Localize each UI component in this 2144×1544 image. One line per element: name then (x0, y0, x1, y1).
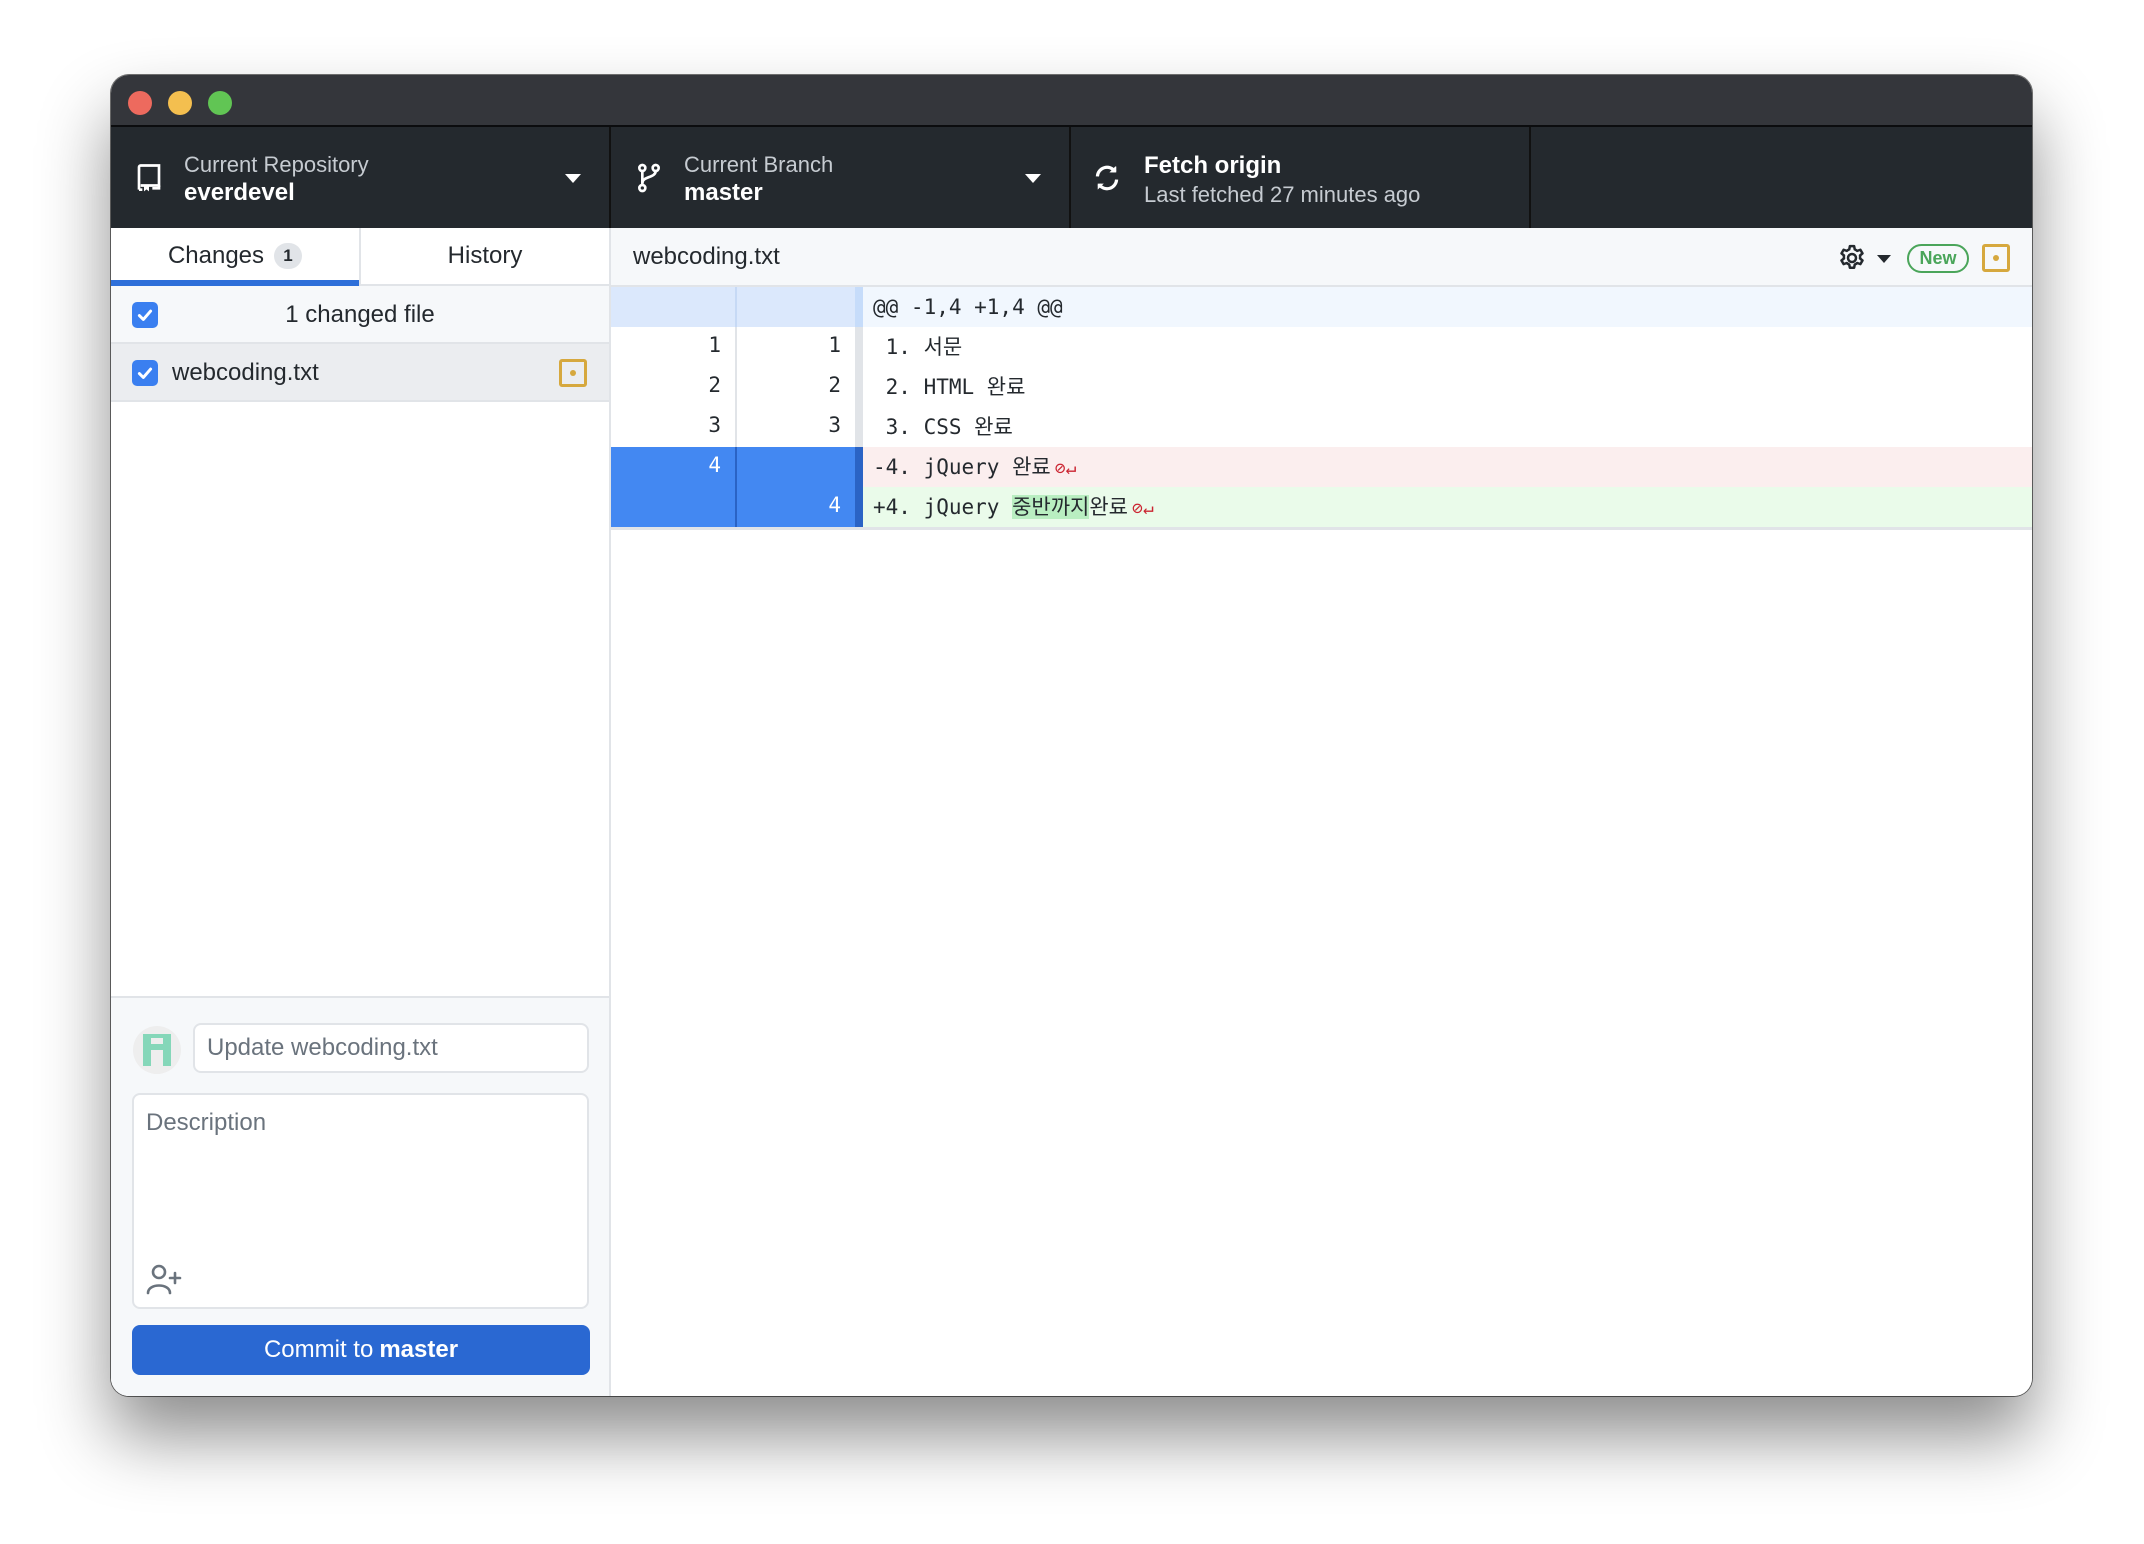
tab-changes[interactable]: Changes 1 (111, 228, 359, 286)
new-line-number: 3 (828, 413, 841, 437)
old-line-number: 3 (611, 407, 737, 447)
no-newline-icon: ⊘↵ (1054, 458, 1077, 479)
added-line[interactable]: 4 +4. jQuery 중반까지완료 ⊘↵ (611, 487, 2032, 530)
git-branch-icon (638, 163, 660, 193)
commit-button-prefix: Commit to (263, 1336, 374, 1363)
changed-file-item[interactable]: webcoding.txt (111, 344, 609, 402)
branch-caption: Current Branch (684, 152, 834, 177)
changes-list-header: 1 changed file (111, 286, 609, 344)
hunk-header-row: @@ -1,4 +1,4 @@ (611, 287, 2032, 327)
title-bar (111, 75, 2032, 127)
deleted-line[interactable]: 4 -4. jQuery 완료 ⊘↵ (611, 447, 2032, 487)
zoom-window-button[interactable] (208, 91, 232, 115)
fetch-origin-button[interactable]: Fetch origin Last fetched 27 minutes ago (1071, 127, 1531, 228)
old-line-number[interactable]: 4 (611, 447, 737, 487)
line-content: +4. jQuery 중반까지완료 ⊘↵ (863, 487, 2032, 527)
repository-caption: Current Repository (184, 152, 369, 177)
changed-files-count: 1 changed file (285, 301, 435, 328)
added-text-prefix: +4. jQuery (873, 495, 1013, 519)
select-all-checkbox[interactable] (132, 302, 158, 328)
new-file-badge: New (1907, 244, 1969, 273)
tab-changes-label: Changes (167, 242, 265, 269)
line-content: 3. CSS 완료 (873, 415, 1013, 439)
file-modified-icon (559, 359, 587, 387)
chevron-down-icon (565, 174, 581, 183)
sync-icon (1095, 165, 1119, 191)
diff-line: 3 3 3. CSS 완료 (611, 407, 2032, 447)
file-name: webcoding.txt (172, 359, 319, 386)
line-content: -4. jQuery 완료 ⊘↵ (863, 447, 2032, 487)
new-line-number[interactable]: 4 (737, 487, 855, 527)
chevron-down-icon[interactable] (1877, 255, 1891, 263)
line-content: 1. 서문 (873, 335, 963, 359)
new-line-number: 1 (828, 333, 841, 357)
file-modified-icon (1982, 244, 2010, 272)
branch-name: master (684, 179, 763, 206)
checkmark-icon (137, 309, 153, 321)
commit-button-branch: master (379, 1336, 459, 1363)
diff-header: webcoding.txt New (611, 228, 2032, 287)
old-line-number: 2 (611, 367, 737, 407)
app-window: Current Repository everdevel Current Bra… (111, 75, 2032, 1396)
fetch-title: Fetch origin (1144, 152, 1282, 179)
old-line-number (611, 287, 737, 327)
new-line-number: 2 (828, 373, 841, 397)
diff-line: 1 1 1. 서문 (611, 327, 2032, 367)
diff-view: webcoding.txt New @@ -1,4 +1,4 @@ 1 1 1.… (611, 228, 2032, 1396)
avatar (133, 1026, 181, 1074)
commit-summary-input[interactable] (193, 1023, 589, 1073)
add-coauthor-icon[interactable] (144, 1261, 184, 1297)
minimize-window-button[interactable] (168, 91, 192, 115)
diff-line: 2 2 2. HTML 완료 (611, 367, 2032, 407)
close-window-button[interactable] (128, 91, 152, 115)
changes-count-badge: 1 (274, 243, 303, 269)
new-line-number (737, 287, 855, 327)
repository-name: everdevel (184, 179, 295, 206)
commit-message-area: Commit to master (111, 996, 609, 1396)
current-branch-dropdown[interactable]: Current Branch master (611, 127, 1071, 228)
sidebar-tabs: Changes 1 History (111, 228, 609, 286)
line-content: 2. HTML 완료 (873, 375, 1026, 399)
last-fetched-text: Last fetched 27 minutes ago (1144, 182, 1421, 207)
hunk-header: @@ -1,4 +1,4 @@ (863, 287, 2032, 327)
old-line-number: 1 (611, 327, 737, 367)
commit-description-box (132, 1093, 589, 1309)
toolbar: Current Repository everdevel Current Bra… (111, 127, 2032, 228)
sidebar: Changes 1 History 1 changed file webcodi… (111, 228, 611, 1396)
gear-icon[interactable] (1837, 243, 1867, 273)
current-repository-dropdown[interactable]: Current Repository everdevel (111, 127, 611, 228)
no-newline-icon: ⊘↵ (1132, 498, 1154, 519)
checkmark-icon (137, 367, 153, 379)
diff-file-name: webcoding.txt (633, 243, 780, 270)
file-include-checkbox[interactable] (132, 360, 158, 386)
old-line-number[interactable] (611, 487, 737, 527)
added-text-highlight: 중반까지 (1012, 495, 1090, 519)
chevron-down-icon (1025, 174, 1041, 183)
diff-body: @@ -1,4 +1,4 @@ 1 1 1. 서문 2 2 2. HTML 완료… (611, 287, 2032, 530)
new-line-number[interactable] (737, 447, 855, 487)
commit-description-input[interactable] (134, 1095, 587, 1255)
deleted-text: -4. jQuery 완료 (873, 455, 1051, 479)
repo-icon (137, 164, 161, 192)
tab-history[interactable]: History (359, 228, 609, 284)
commit-button[interactable]: Commit to master (132, 1325, 590, 1375)
tab-history-label: History (447, 242, 523, 269)
added-text-suffix: 완료 (1089, 495, 1128, 519)
